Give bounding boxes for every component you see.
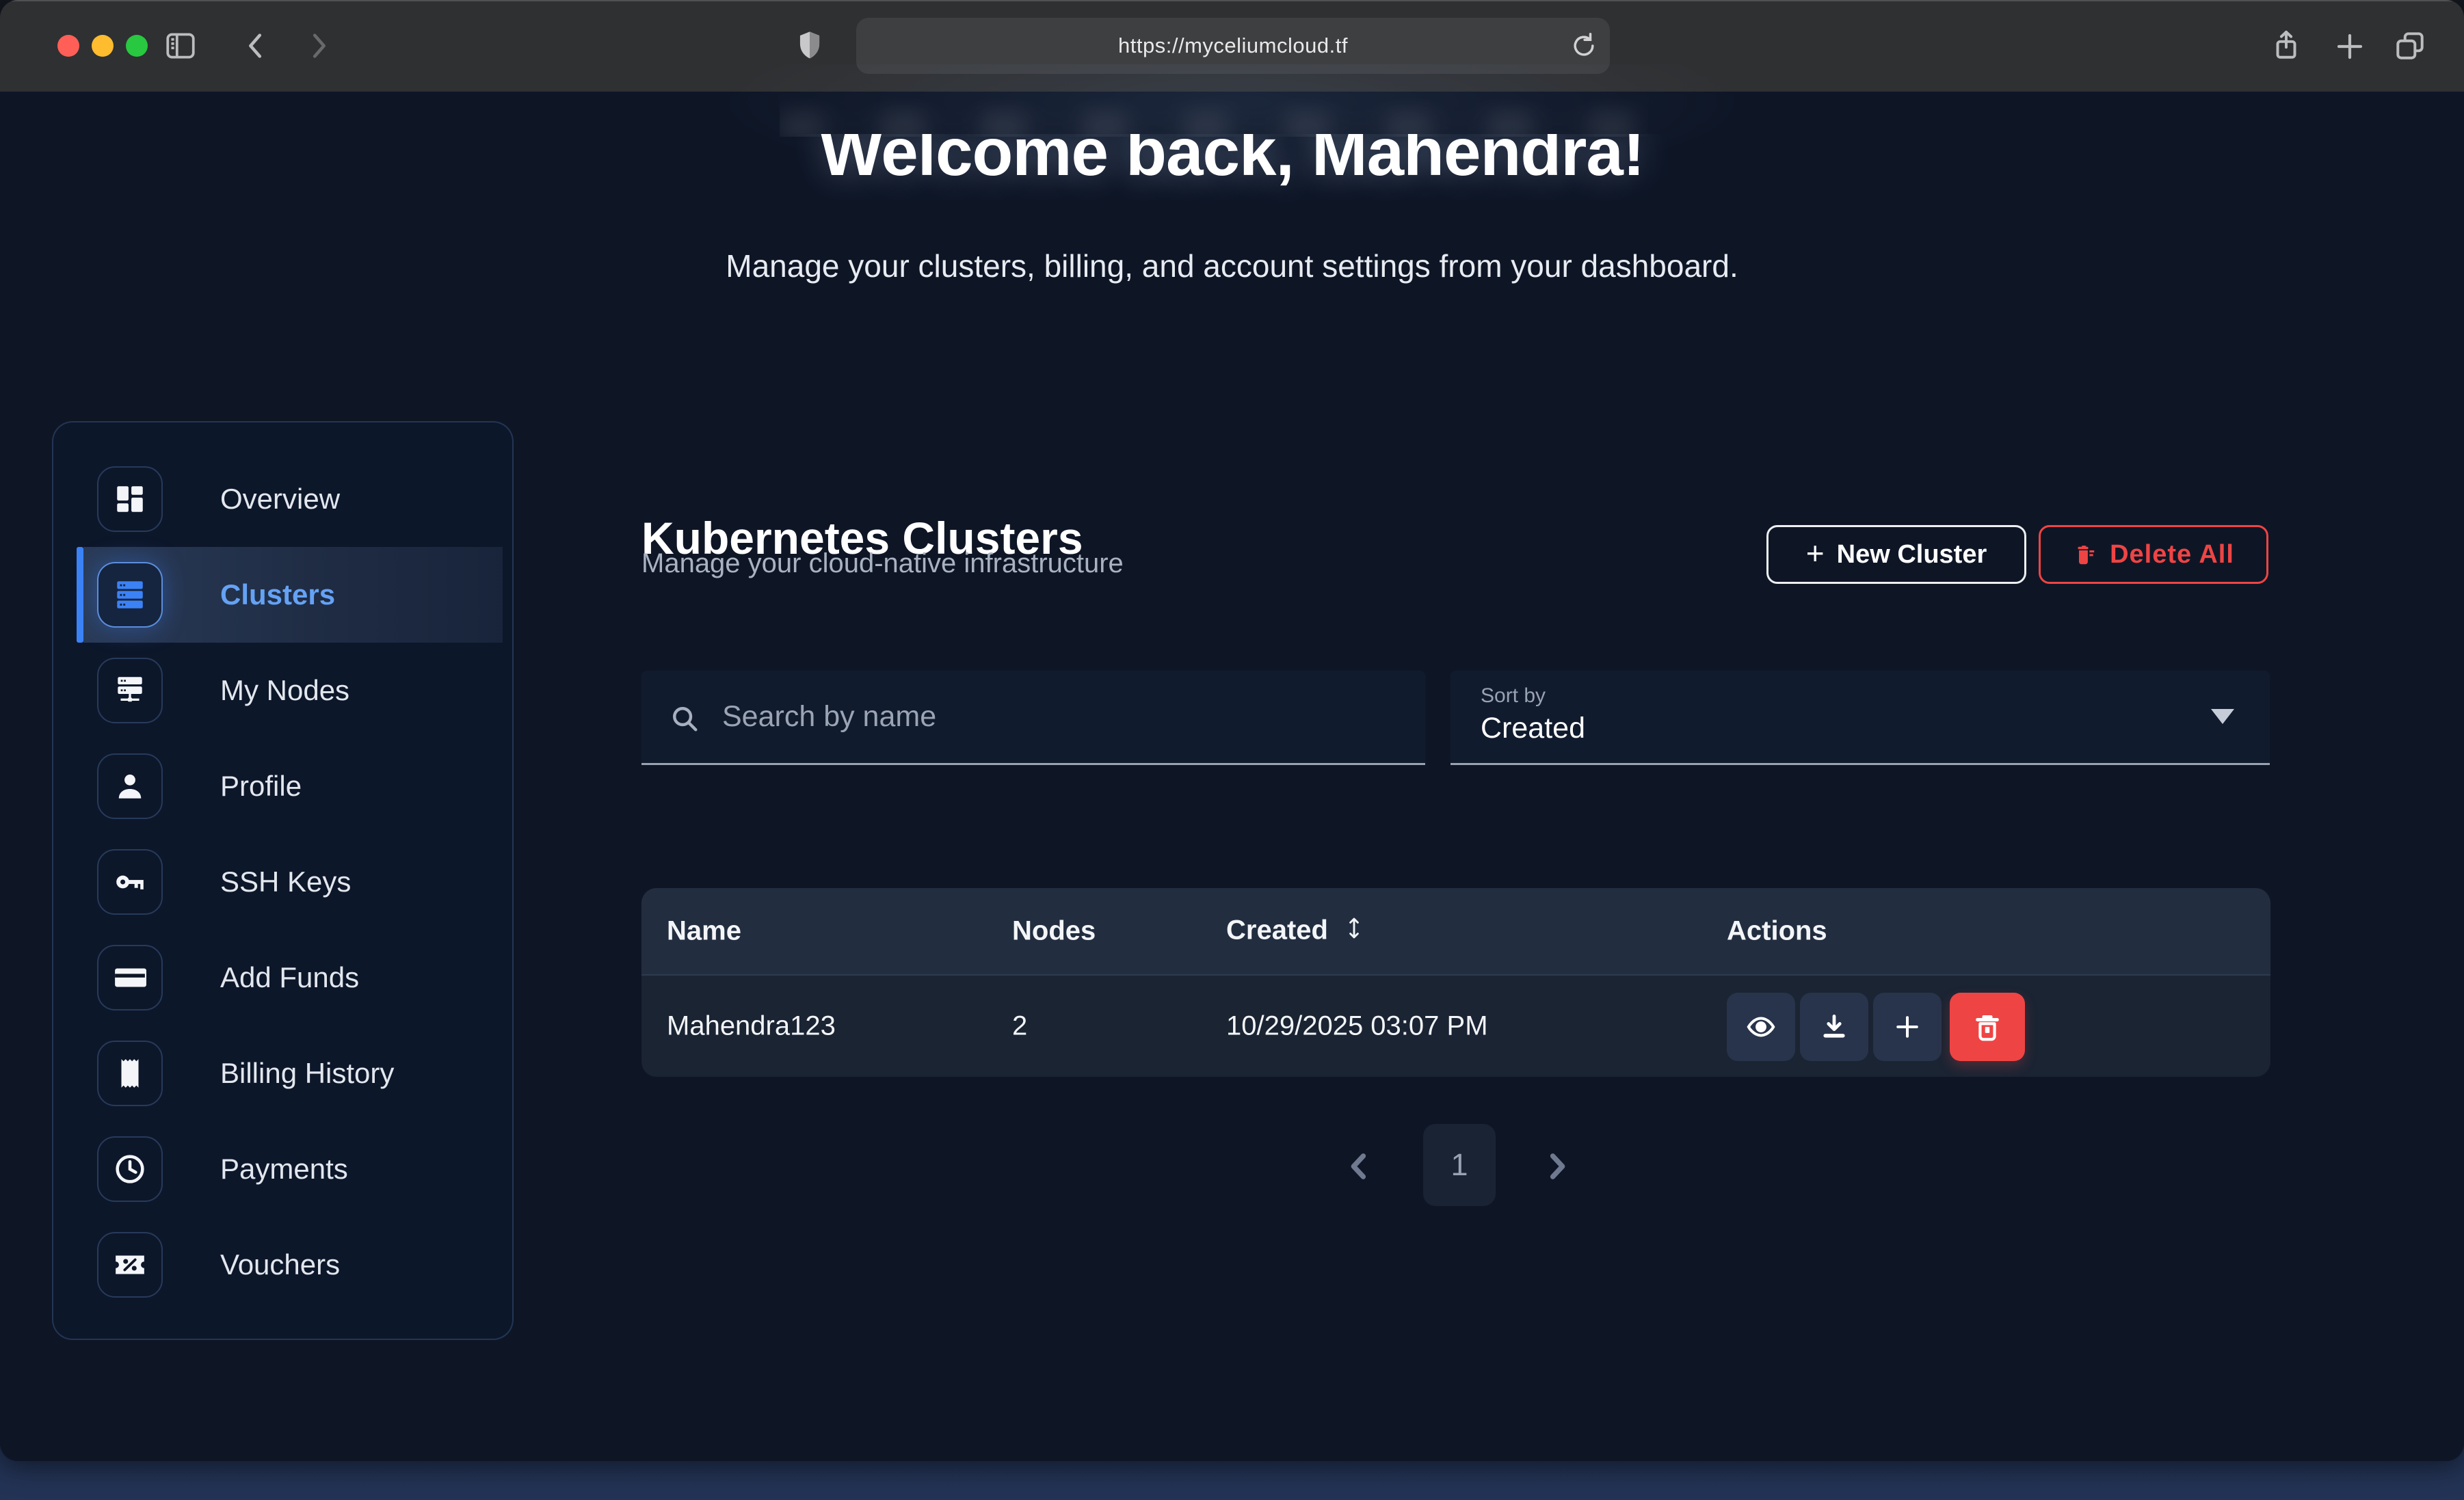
sort-value: Created (1481, 712, 1585, 745)
delete-all-button[interactable]: Delete All (2039, 525, 2268, 584)
search-input[interactable] (641, 671, 1425, 763)
sidebar-item-profile[interactable]: Profile (53, 738, 512, 834)
welcome-title: Welcome back, Mahendra! (0, 134, 2464, 191)
back-button[interactable] (241, 30, 272, 62)
sidebar-item-clusters[interactable]: Clusters (53, 547, 512, 643)
new-cluster-label: New Cluster (1837, 540, 1987, 570)
hero-glow (780, 96, 1648, 137)
sort-label: Sort by (1481, 684, 1546, 708)
table-row: Mahendra123 2 10/29/2025 03:07 PM (641, 974, 2270, 1077)
sidebar-item-vouchers[interactable]: Vouchers (53, 1217, 512, 1313)
view-cluster-button[interactable] (1727, 993, 1795, 1061)
nodes-icon (97, 658, 163, 723)
page-subtitle: Manage your cloud-native infrastructure (641, 548, 1124, 579)
page-content: Welcome back, Mahendra! Manage your clus… (0, 92, 2464, 1461)
sidebar-item-payments[interactable]: Payments (53, 1121, 512, 1217)
sidebar-item-label: Vouchers (220, 1248, 340, 1281)
column-header-nodes: Nodes (1012, 916, 1096, 947)
sidebar-nav: Overview Clusters (52, 421, 514, 1340)
sort-dropdown[interactable]: Sort by Created (1450, 671, 2270, 765)
close-window-button[interactable] (57, 35, 79, 57)
download-kubeconfig-button[interactable] (1800, 993, 1868, 1061)
forward-button[interactable] (302, 30, 334, 62)
column-header-name: Name (667, 916, 741, 947)
sidebar-item-label: Payments (220, 1153, 348, 1186)
profile-icon (97, 753, 163, 819)
plus-icon (1892, 1012, 1922, 1042)
sidebar-item-overview[interactable]: Overview (53, 451, 512, 547)
clusters-icon (97, 562, 163, 628)
cluster-nodes: 2 (1012, 1011, 1027, 1042)
reload-icon[interactable] (1569, 31, 1599, 63)
url-text: https://myceliumcloud.tf (856, 34, 1610, 58)
sidebar-item-label: Add Funds (220, 961, 359, 994)
pagination-next-button[interactable] (1539, 1149, 1574, 1186)
sidebar-item-label: Billing History (220, 1057, 394, 1090)
table-header-row: Name Nodes Created Actions (641, 888, 2270, 974)
hero: Welcome back, Mahendra! (0, 134, 2464, 238)
chevron-left-icon (1342, 1149, 1377, 1184)
cluster-name: Mahendra123 (667, 1011, 836, 1042)
sidebar-item-my-nodes[interactable]: My Nodes (53, 643, 512, 738)
new-cluster-button[interactable]: + New Cluster (1766, 525, 2026, 584)
clock-icon (97, 1136, 163, 1202)
search-box (641, 671, 1425, 765)
minimize-window-button[interactable] (92, 35, 114, 57)
new-tab-icon[interactable] (2333, 30, 2366, 63)
tab-overview-icon[interactable] (2392, 29, 2428, 63)
sort-updown-icon (1345, 916, 1363, 948)
sidebar-item-label: Profile (220, 770, 302, 803)
chevron-down-icon (2211, 709, 2234, 724)
welcome-subtitle: Manage your clusters, billing, and accou… (0, 247, 2464, 284)
sidebar-item-label: My Nodes (220, 674, 349, 707)
sidebar-item-ssh-keys[interactable]: SSH Keys (53, 834, 512, 930)
add-node-button[interactable] (1873, 993, 1942, 1061)
sidebar-item-add-funds[interactable]: Add Funds (53, 930, 512, 1026)
download-icon (1819, 1012, 1849, 1042)
trash-icon (1972, 1011, 2003, 1043)
eye-icon (1745, 1011, 1777, 1043)
zoom-window-button[interactable] (126, 35, 148, 57)
column-header-created[interactable]: Created (1226, 915, 1363, 948)
delete-all-label: Delete All (2110, 540, 2234, 570)
ticket-icon (97, 1232, 163, 1298)
key-icon (97, 849, 163, 915)
pagination-prev-button[interactable] (1342, 1149, 1377, 1186)
sidebar-item-billing-history[interactable]: Billing History (53, 1026, 512, 1121)
share-icon[interactable] (2269, 27, 2303, 63)
privacy-shield-icon (792, 27, 827, 64)
column-header-actions: Actions (1727, 916, 1827, 947)
sidebar-item-label: SSH Keys (220, 866, 351, 898)
dashboard-icon (97, 466, 163, 532)
chevron-right-icon (1539, 1149, 1574, 1184)
card-icon (97, 945, 163, 1010)
clusters-table: Name Nodes Created Actions Mahendra123 2… (641, 888, 2270, 1077)
sidebar-item-label: Clusters (220, 578, 335, 611)
plus-icon: + (1806, 535, 1825, 572)
delete-cluster-button[interactable] (1950, 993, 2025, 1061)
sidebar-toggle-icon[interactable] (163, 29, 198, 63)
trash-icon (2073, 541, 2097, 568)
browser-window: https://myceliumcloud.tf (0, 0, 2464, 1461)
pagination-page-1[interactable]: 1 (1423, 1124, 1496, 1206)
cluster-created: 10/29/2025 03:07 PM (1226, 1011, 1488, 1042)
receipt-icon (97, 1041, 163, 1106)
sidebar-item-label: Overview (220, 483, 340, 515)
